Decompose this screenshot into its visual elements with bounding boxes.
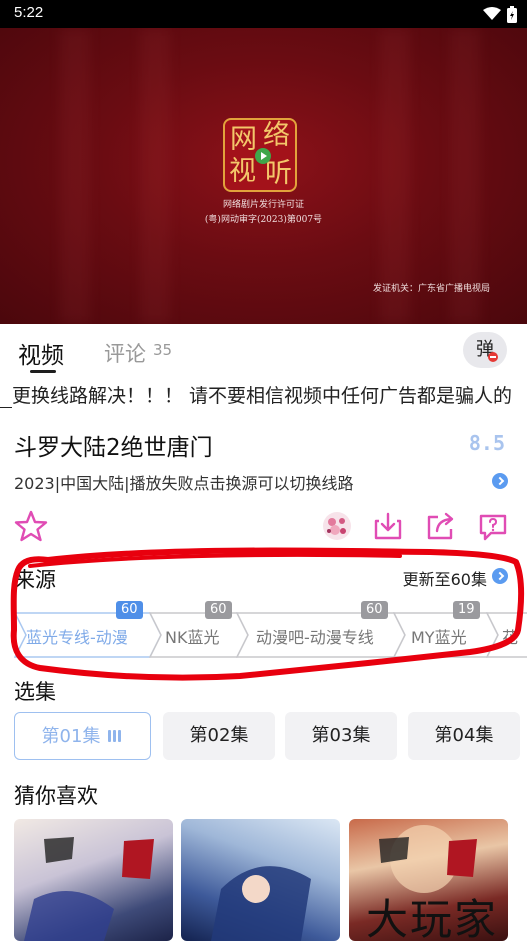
recommend-poster[interactable] <box>181 819 340 941</box>
tab-video[interactable]: 视频 <box>18 336 64 370</box>
episode-item[interactable]: 第02集 <box>163 712 275 760</box>
sources-more-icon[interactable] <box>492 568 508 584</box>
status-icons <box>483 5 517 23</box>
source-list: 蓝光专线-动漫 60 NK蓝光 60 动漫吧-动漫专线 60 MY蓝光 19 花 <box>14 600 527 660</box>
action-bar <box>0 505 527 551</box>
tab-comments[interactable]: 评论 <box>104 338 146 368</box>
episode-label: 第03集 <box>311 725 371 746</box>
danmu-toggle-button[interactable]: 弹 <box>463 332 507 368</box>
notice-text: 更换线路解决！！！ 请不要相信视频中任何广告都是骗人的 <box>12 385 513 407</box>
episodes-title: 选集 <box>14 680 56 704</box>
sources-title: 来源 <box>14 568 56 592</box>
share-icon[interactable] <box>424 509 458 543</box>
episode-item[interactable]: 第04集 <box>408 712 520 760</box>
meta-more-icon[interactable] <box>492 473 508 489</box>
source-count-badge: 60 <box>205 601 232 619</box>
avatar[interactable] <box>320 509 354 543</box>
episode-label: 第04集 <box>434 725 494 746</box>
danmu-off-icon <box>488 352 498 362</box>
play-icon <box>255 148 271 164</box>
source-label: MY蓝光 <box>411 628 467 647</box>
playing-icon <box>108 713 123 761</box>
episode-list: 第01集 第02集 第03集 第04集 <box>14 712 527 762</box>
show-title: 斗罗大陆2绝世唐门 <box>14 435 213 461</box>
source-item[interactable]: 花 <box>486 612 527 658</box>
episode-item[interactable]: 第03集 <box>285 712 397 760</box>
episode-label: 第01集 <box>41 726 101 747</box>
license-seal: 网 络 视 听 <box>223 118 297 192</box>
download-icon[interactable] <box>371 509 405 543</box>
episode-item[interactable]: 第01集 <box>14 712 151 760</box>
star-icon[interactable] <box>14 509 48 543</box>
license-number: (粤)网动审字(2023)第007号 <box>204 215 323 225</box>
video-player[interactable]: 网 络 视 听 网络剧片发行许可证 (粤)网动审字(2023)第007号 发证机… <box>0 28 527 324</box>
recommend-title: 猜你喜欢 <box>14 784 98 808</box>
source-label: 花 <box>502 628 519 647</box>
wifi-icon <box>483 7 501 20</box>
source-label: 蓝光专线-动漫 <box>26 628 128 647</box>
status-time: 5:22 <box>14 4 44 21</box>
license-title: 网络剧片发行许可证 <box>222 200 304 210</box>
source-item[interactable]: MY蓝光 <box>393 612 499 658</box>
watermark: 大玩家 <box>366 895 499 941</box>
show-score: 8.5 <box>468 431 505 455</box>
recommend-poster[interactable] <box>14 819 173 941</box>
source-count-badge: 60 <box>361 601 388 619</box>
source-label: NK蓝光 <box>165 628 220 647</box>
show-meta: 2023|中国大陆|播放失败点击换源可以切换线路 <box>14 474 354 493</box>
notice-marquee: 更换线路解决！！！ 请不要相信视频中任何广告都是骗人的 <box>0 380 527 412</box>
source-label: 动漫吧-动漫专线 <box>256 628 374 647</box>
status-bar: 5:22 <box>0 0 527 28</box>
battery-icon <box>507 5 517 23</box>
feedback-icon[interactable] <box>476 509 510 543</box>
license-issuer: 发证机关：广东省广播电视局 <box>372 284 490 294</box>
tab-bar: 视频 评论 35 弹 <box>0 324 527 378</box>
source-count-badge: 19 <box>453 601 480 619</box>
episode-label: 第02集 <box>189 725 249 746</box>
source-item[interactable]: NK蓝光 <box>149 612 249 658</box>
comments-count: 35 <box>153 341 173 359</box>
source-count-badge: 60 <box>116 601 143 619</box>
sources-more-link[interactable]: 更新至60集 <box>403 566 487 590</box>
tab-indicator <box>30 370 56 373</box>
